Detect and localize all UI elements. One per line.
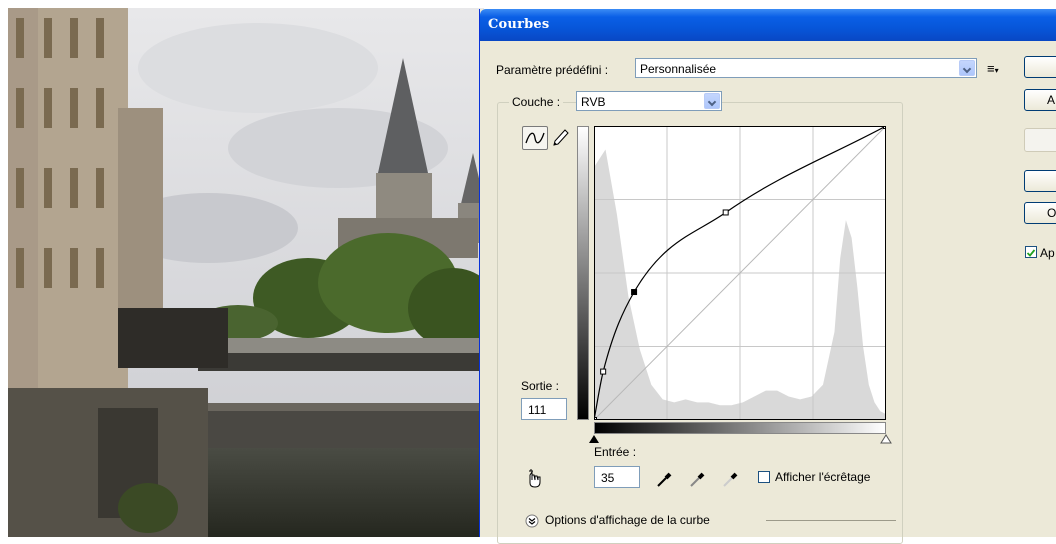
input-value: 35 [601, 471, 615, 485]
show-clipping-label: Afficher l'écrêtage [775, 470, 871, 484]
city-canal-photo [8, 8, 484, 537]
preset-value: Personnalisée [640, 62, 717, 76]
dialog-title: Courbes [488, 17, 550, 32]
input-field[interactable]: 35 [594, 466, 640, 488]
title-bar[interactable]: Courbes [480, 9, 1056, 41]
options-button[interactable]: O [1024, 202, 1056, 224]
check-icon [1026, 249, 1036, 257]
preview-label: Ap [1040, 246, 1055, 260]
preset-menu-icon[interactable]: ≡▾ [987, 61, 999, 76]
options-divider [766, 520, 896, 521]
black-eyedropper-icon[interactable] [654, 468, 676, 490]
cancel-button[interactable]: A [1024, 89, 1056, 111]
smooth-button [1024, 128, 1056, 152]
curve-point[interactable] [600, 368, 607, 375]
chevron-down-icon[interactable] [959, 60, 975, 76]
white-eyedropper-icon[interactable] [720, 468, 742, 490]
auto-button[interactable] [1024, 170, 1056, 192]
white-point-slider[interactable] [880, 434, 892, 444]
output-label: Sortie : [521, 379, 560, 393]
output-value: 111 [528, 403, 547, 417]
channel-label: Couche : [509, 95, 564, 109]
show-clipping-checkbox[interactable] [758, 471, 770, 483]
pencil-tool-button[interactable] [550, 126, 572, 148]
curves-dialog: Courbes Paramètre prédéfini : Personnali… [479, 9, 1056, 544]
gray-eyedropper-icon[interactable] [687, 468, 709, 490]
ok-button[interactable] [1024, 56, 1056, 78]
curves-graph-svg[interactable] [591, 123, 889, 423]
channel-value: RVB [581, 95, 606, 109]
curves-graph[interactable] [591, 123, 889, 423]
channel-dropdown[interactable]: RVB [576, 91, 722, 111]
background-photo [8, 8, 484, 537]
chevron-down-icon[interactable] [704, 93, 720, 109]
input-label: Entrée : [594, 445, 637, 459]
input-gradient-bar [594, 422, 886, 434]
output-field[interactable]: 111 [521, 398, 567, 420]
black-point-slider[interactable] [588, 434, 600, 444]
preview-checkbox[interactable] [1025, 246, 1037, 258]
curve-point-tool-button[interactable] [522, 126, 548, 150]
curve-options-label: Options d'affichage de la curbe [545, 513, 710, 527]
curve-point-selected[interactable] [631, 289, 638, 296]
curve-icon [525, 132, 545, 144]
pencil-icon [553, 129, 569, 146]
output-gradient-bar [577, 126, 589, 420]
preset-label: Paramètre prédéfini : [496, 63, 609, 77]
hand-adjust-icon[interactable] [524, 467, 546, 489]
preset-dropdown[interactable]: Personnalisée [635, 58, 977, 78]
expand-options-icon[interactable] [525, 514, 539, 528]
curve-point[interactable] [722, 209, 729, 216]
